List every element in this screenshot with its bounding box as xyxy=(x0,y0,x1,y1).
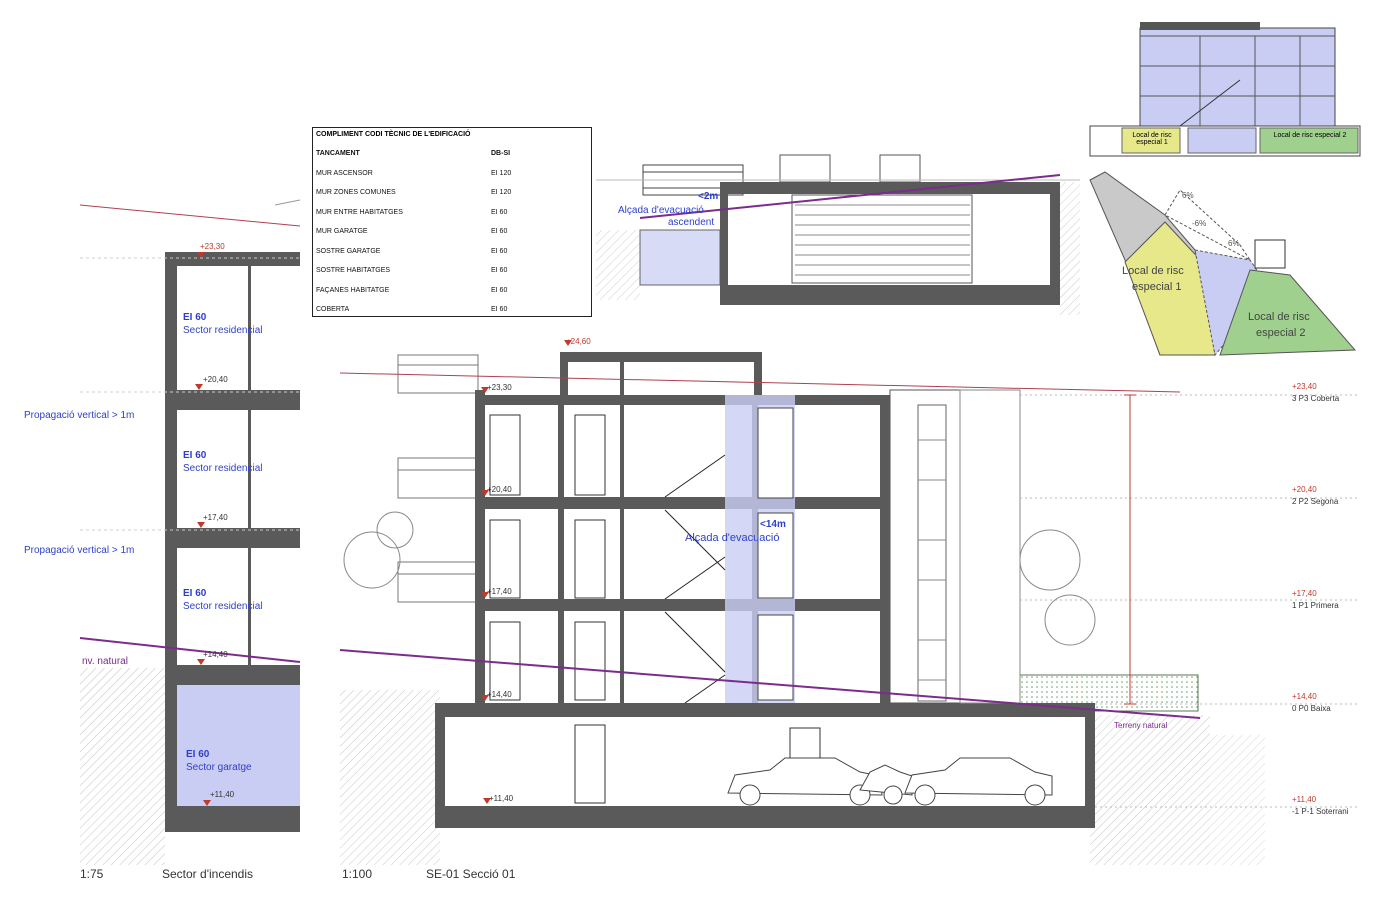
table-cell-name: MUR GARATGE xyxy=(316,228,368,235)
table-row: FAÇANES HABITATGE EI 60 xyxy=(316,283,586,301)
table-header-enclosure: TANCAMENT xyxy=(316,150,360,157)
table-cell-value: EI 60 xyxy=(491,306,508,313)
level-label: +14,40 xyxy=(203,650,228,659)
floor-level-value: +23,40 xyxy=(1292,382,1317,391)
terrain-label: nv. natural xyxy=(82,656,128,667)
table-row: COBERTA EI 60 xyxy=(316,302,586,320)
level-label: +23,30 xyxy=(487,383,512,392)
evac-height-value: <2m xyxy=(698,191,719,202)
table-cell-name: SOSTRE GARATGE xyxy=(316,248,381,255)
plan-zone-label: Local de risc xyxy=(1248,311,1310,323)
sector-name: Sector residencial xyxy=(183,463,263,474)
table-cell-value: EI 120 xyxy=(491,170,512,177)
evac-height-sublabel: ascendent xyxy=(668,217,715,228)
table-cell-value: EI 120 xyxy=(491,189,512,196)
table-title: COMPLIMENT CODI TÈCNIC DE L'EDIFICACIÓ xyxy=(316,131,471,138)
level-label: +11,40 xyxy=(210,790,235,799)
sector-rating: EI 60 xyxy=(183,450,207,461)
table-row: MUR GARATGE EI 60 xyxy=(316,224,586,242)
slope-label: 6% xyxy=(1228,239,1240,248)
plan-zone-label: especial 2 xyxy=(1256,327,1306,339)
floor-level-name: -1 P-1 Soterrani xyxy=(1292,807,1349,816)
propagation-label: Propagació vertical > 1m xyxy=(24,545,135,556)
fire-sector-section-drawing xyxy=(79,22,1361,865)
table-cell-value: EI 60 xyxy=(491,287,508,294)
floor-level-name: 2 P2 Segona xyxy=(1292,497,1339,506)
sector-name: Sector garatge xyxy=(186,762,252,773)
floor-level-value: +17,40 xyxy=(1292,589,1317,598)
floor-level-value: +20,40 xyxy=(1292,485,1317,494)
risk-zone-label: Local de risc especial 1 xyxy=(1132,132,1172,146)
table-cell-name: SOSTRE HABITATGES xyxy=(316,267,391,274)
table-row: MUR ZONES COMUNES EI 120 xyxy=(316,185,586,203)
table-cell-value: EI 60 xyxy=(491,209,508,216)
table-cell-name: MUR ENTRE HABITATGES xyxy=(316,209,403,216)
slope-label: -6% xyxy=(1192,219,1207,228)
table-row: SOSTRE HABITATGES EI 60 xyxy=(316,263,586,281)
table-cell-name: MUR ASCENSOR xyxy=(316,170,373,177)
level-label: +17,40 xyxy=(203,513,228,522)
table-row: MUR ENTRE HABITATGES EI 60 xyxy=(316,205,586,223)
floor-level-name: 3 P3 Coberta xyxy=(1292,394,1340,403)
sector-rating: EI 60 xyxy=(183,312,207,323)
evac-height-value: <14m xyxy=(760,519,786,530)
evac-height-label: Alçada d'evacuació xyxy=(618,205,704,216)
sector-name: Sector residencial xyxy=(183,325,263,336)
table-cell-name: MUR ZONES COMUNES xyxy=(316,189,396,196)
table-cell-name: FAÇANES HABITATGE xyxy=(316,287,390,294)
section-sheet: COMPLIMENT CODI TÈCNIC DE L'EDIFICACIÓ T… xyxy=(0,0,1400,911)
slope-label: 6% xyxy=(1182,191,1194,200)
scale-label: 1:100 xyxy=(342,867,373,881)
level-label: +17,40 xyxy=(487,587,512,596)
level-label: +24,60 xyxy=(566,337,591,346)
scale-label: 1:75 xyxy=(80,867,104,881)
risk-zone-label: Local de risc especial 2 xyxy=(1273,132,1347,139)
floor-level-name: 1 P1 Primera xyxy=(1292,601,1339,610)
sector-name: Sector residencial xyxy=(183,601,263,612)
drawing-caption: Sector d'incendis xyxy=(162,867,254,881)
propagation-label: Propagació vertical > 1m xyxy=(24,410,135,421)
sector-rating: EI 60 xyxy=(183,588,207,599)
level-label: +23,30 xyxy=(200,242,225,251)
plan-zone-label: Local de risc xyxy=(1122,265,1184,277)
table-cell-value: EI 60 xyxy=(491,248,508,255)
floor-level-value: +14,40 xyxy=(1292,692,1317,701)
table-cell-value: EI 60 xyxy=(491,228,508,235)
evac-height-label: Alçada d'evacuació xyxy=(685,532,780,544)
level-label: +11,40 xyxy=(489,794,514,803)
terrain-label: Terreny natural xyxy=(1114,721,1168,730)
level-label: +20,40 xyxy=(203,375,228,384)
level-label: +20,40 xyxy=(487,485,512,494)
sector-rating: EI 60 xyxy=(186,749,210,760)
floor-level-value: +11,40 xyxy=(1292,795,1317,804)
table-cell-name: COBERTA xyxy=(316,306,350,313)
floor-level-name: 0 P0 Baixa xyxy=(1292,704,1331,713)
table-header-row: TANCAMENT DB-SI xyxy=(316,146,586,164)
drawing-caption: SE-01 Secció 01 xyxy=(426,867,516,881)
level-label: +14,40 xyxy=(487,690,512,699)
table-cell-value: EI 60 xyxy=(491,267,508,274)
table-header-dbsi: DB-SI xyxy=(491,150,511,157)
table-row: MUR ASCENSOR EI 120 xyxy=(316,166,586,184)
fire-code-table: COMPLIMENT CODI TÈCNIC DE L'EDIFICACIÓ T… xyxy=(312,127,592,317)
table-row: SOSTRE GARATGE EI 60 xyxy=(316,244,586,262)
plan-zone-label: especial 1 xyxy=(1132,281,1182,293)
